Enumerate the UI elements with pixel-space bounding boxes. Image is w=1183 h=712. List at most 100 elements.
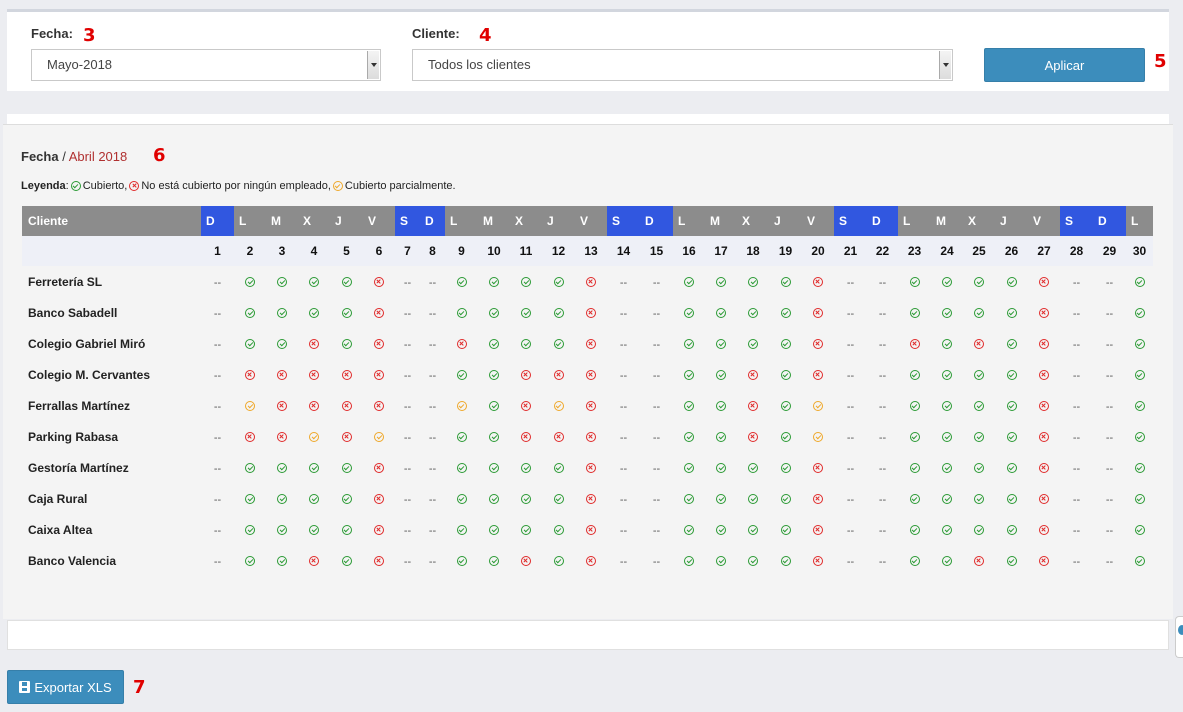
coverage-cell — [510, 328, 542, 359]
x-circle-icon — [374, 308, 384, 319]
day-number: 17 — [705, 236, 737, 266]
x-circle-icon — [1039, 370, 1049, 381]
no-service-dash: -- — [878, 276, 887, 289]
coverage-cell — [478, 390, 510, 421]
coverage-cell — [1028, 545, 1060, 576]
check-circle-icon — [1134, 308, 1145, 319]
weekday-header: L — [673, 206, 705, 236]
check-circle-icon — [909, 463, 920, 474]
coverage-cell — [298, 328, 330, 359]
coverage-cell — [705, 452, 737, 483]
coverage-cell — [1126, 266, 1153, 297]
check-circle-icon — [456, 370, 467, 381]
coverage-cell: -- — [1093, 452, 1126, 483]
coverage-cell — [769, 483, 802, 514]
no-service-dash: -- — [213, 307, 222, 320]
coverage-cell — [1028, 390, 1060, 421]
coverage-cell: -- — [640, 545, 673, 576]
client-name: Colegio Gabriel Miró — [28, 336, 146, 351]
check-circle-icon — [780, 308, 791, 319]
client-name: Ferretería SL — [28, 274, 103, 289]
coverage-cell: -- — [201, 545, 234, 576]
export-xls-button[interactable]: Exportar XLS — [7, 670, 124, 704]
coverage-cell — [898, 545, 931, 576]
coverage-cell — [445, 328, 478, 359]
chevron-down-icon[interactable] — [939, 51, 951, 79]
fecha-select[interactable]: Mayo-2018 — [31, 49, 381, 81]
x-circle-icon — [374, 401, 384, 412]
weekday-header: D — [420, 206, 445, 236]
side-widget[interactable] — [1175, 616, 1183, 658]
coverage-cell — [963, 483, 995, 514]
check-circle-icon — [716, 463, 726, 474]
check-circle-icon — [1134, 277, 1145, 288]
check-circle-icon — [1134, 494, 1145, 505]
coverage-cell: -- — [1060, 545, 1093, 576]
x-circle-icon — [586, 463, 596, 474]
check-circle-icon — [748, 525, 758, 536]
check-circle-icon — [309, 463, 319, 474]
weekday-header: M — [931, 206, 963, 236]
no-service-dash: -- — [1105, 276, 1114, 289]
no-service-dash: -- — [428, 276, 437, 289]
coverage-cell — [705, 297, 737, 328]
check-circle-icon — [309, 277, 319, 288]
coverage-cell: -- — [640, 421, 673, 452]
coverage-cell — [737, 390, 769, 421]
cliente-select[interactable]: Todos los clientes — [412, 49, 953, 81]
no-service-dash: -- — [652, 338, 661, 351]
no-service-dash: -- — [652, 555, 661, 568]
x-circle-icon — [521, 556, 531, 567]
check-circle-icon — [245, 277, 255, 288]
coverage-cell — [963, 328, 995, 359]
coverage-cell: -- — [1093, 545, 1126, 576]
coverage-cell — [363, 328, 395, 359]
apply-button[interactable]: Aplicar — [984, 48, 1145, 82]
coverage-cell — [234, 359, 266, 390]
no-service-dash: -- — [1072, 431, 1081, 444]
coverage-cell — [478, 266, 510, 297]
check-circle-icon — [277, 525, 287, 536]
check-circle-icon — [521, 525, 531, 536]
check-circle-icon — [684, 556, 694, 567]
coverage-cell — [575, 452, 607, 483]
weekday-header: J — [330, 206, 363, 236]
partial-check-circle-icon — [813, 401, 823, 412]
coverage-cell: -- — [834, 452, 867, 483]
coverage-cell: -- — [1093, 483, 1126, 514]
coverage-cell — [963, 390, 995, 421]
coverage-cell: -- — [607, 390, 640, 421]
partial-check-circle-icon — [553, 401, 564, 412]
coverage-cell — [1028, 359, 1060, 390]
no-service-dash: -- — [213, 400, 222, 413]
coverage-cell: -- — [1060, 452, 1093, 483]
no-service-dash: -- — [878, 431, 887, 444]
check-circle-icon — [684, 308, 694, 319]
coverage-cell — [705, 514, 737, 545]
check-circle-icon — [245, 308, 255, 319]
check-circle-icon — [748, 277, 758, 288]
weekday-header: D — [1093, 206, 1126, 236]
coverage-cell: -- — [420, 545, 445, 576]
check-circle-icon — [684, 463, 694, 474]
coverage-cell — [330, 545, 363, 576]
weekday-header: M — [266, 206, 298, 236]
coverage-cell — [266, 421, 298, 452]
coverage-cell — [478, 328, 510, 359]
chevron-down-icon[interactable] — [367, 51, 379, 79]
table-row: Ferrallas Martínez -- -- -- -- -- -- -- -- -- — [22, 390, 1153, 421]
coverage-cell: -- — [201, 328, 234, 359]
x-circle-icon — [586, 494, 596, 505]
coverage-cell — [542, 266, 575, 297]
check-circle-icon — [309, 525, 319, 536]
check-circle-icon — [489, 401, 499, 412]
cliente-label: Cliente: — [412, 26, 460, 41]
day-number: 10 — [478, 236, 510, 266]
coverage-cell — [234, 483, 266, 514]
coverage-cell — [445, 483, 478, 514]
x-circle-icon — [277, 370, 287, 381]
client-name: Parking Rabasa — [28, 429, 119, 444]
day-number: 15 — [640, 236, 673, 266]
check-circle-icon — [553, 525, 564, 536]
check-circle-icon — [489, 308, 499, 319]
